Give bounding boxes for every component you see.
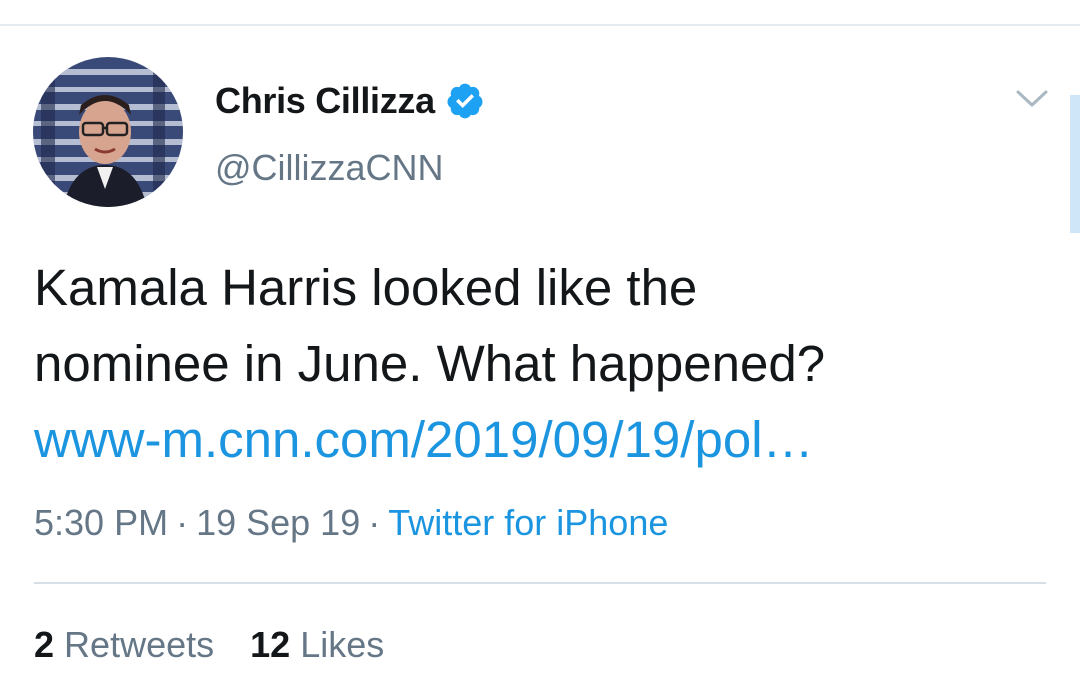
like-count: 12 xyxy=(250,624,291,665)
chevron-down-icon[interactable] xyxy=(1015,87,1049,111)
meta-separator: · xyxy=(368,502,381,543)
retweets-stat[interactable]: 2 Retweets xyxy=(34,624,214,665)
author-name-row[interactable]: Chris Cillizza xyxy=(215,80,485,122)
meta-separator: · xyxy=(176,502,189,543)
scroll-indicator[interactable] xyxy=(1070,95,1080,233)
verified-badge-icon xyxy=(447,83,483,119)
tweet-source[interactable]: Twitter for iPhone xyxy=(388,502,668,543)
author-handle[interactable]: @CillizzaCNN xyxy=(215,147,444,189)
tweet-time[interactable]: 5:30 PM xyxy=(34,502,168,543)
author-name[interactable]: Chris Cillizza xyxy=(215,80,435,122)
retweet-count: 2 xyxy=(34,624,55,665)
retweets-label: Retweets xyxy=(64,624,215,665)
tweet-text-line: nominee in June. What happened? xyxy=(34,335,826,392)
tweet-date[interactable]: 19 Sep 19 xyxy=(196,502,360,543)
top-divider xyxy=(0,0,1080,26)
tweet-text-line: Kamala Harris looked like the xyxy=(34,259,698,316)
divider xyxy=(34,582,1046,584)
likes-stat[interactable]: 12 Likes xyxy=(250,624,384,665)
tweet-stats: 2 Retweets 12 Likes xyxy=(34,624,384,666)
likes-label: Likes xyxy=(300,624,385,665)
tweet-meta: 5:30 PM · 19 Sep 19 · Twitter for iPhone xyxy=(34,502,668,544)
tweet-text: Kamala Harris looked like the nominee in… xyxy=(34,250,1054,478)
tweet-link[interactable]: www-m.cnn.com/2019/09/19/pol… xyxy=(34,402,1054,478)
avatar[interactable] xyxy=(33,57,183,207)
